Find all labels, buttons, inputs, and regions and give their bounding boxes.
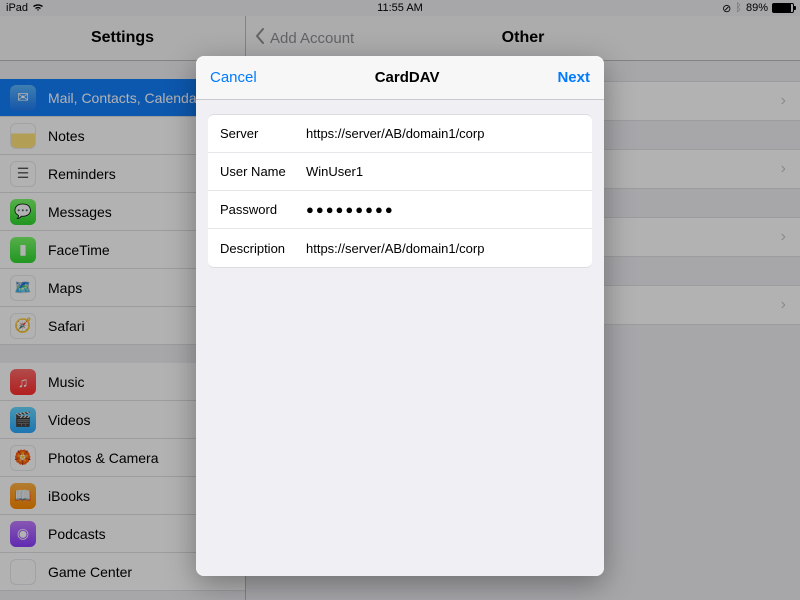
modal-header: Cancel CardDAV Next: [196, 56, 604, 100]
cancel-button[interactable]: Cancel: [210, 69, 257, 86]
username-label: User Name: [220, 164, 306, 179]
description-label: Description: [220, 241, 306, 256]
password-label: Password: [220, 202, 306, 217]
server-row[interactable]: Server: [208, 115, 592, 153]
description-input[interactable]: [306, 241, 580, 256]
server-label: Server: [220, 126, 306, 141]
carddav-modal: Cancel CardDAV Next Server User Name Pas…: [196, 56, 604, 576]
username-row[interactable]: User Name: [208, 153, 592, 191]
modal-title: CardDAV: [375, 69, 440, 86]
carddav-form: Server User Name Password ●●●●●●●●● Desc…: [208, 114, 592, 268]
server-input[interactable]: [306, 126, 580, 141]
username-input[interactable]: [306, 164, 580, 179]
password-row[interactable]: Password ●●●●●●●●●: [208, 191, 592, 229]
password-input[interactable]: ●●●●●●●●●: [306, 202, 580, 217]
description-row[interactable]: Description: [208, 229, 592, 267]
next-button[interactable]: Next: [557, 69, 590, 86]
